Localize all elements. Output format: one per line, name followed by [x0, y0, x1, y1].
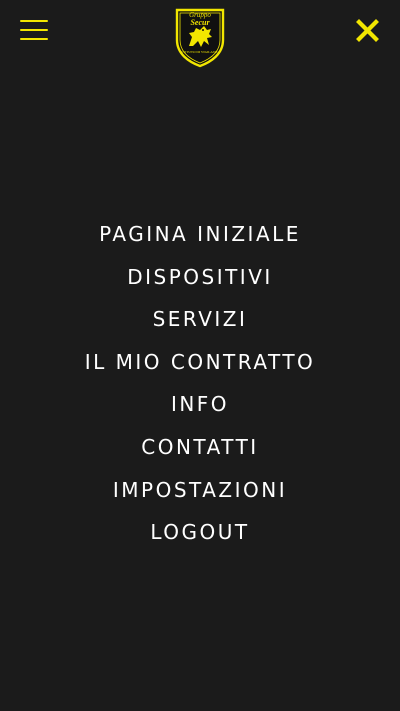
hamburger-line	[20, 29, 48, 31]
app-screen: Gruppo Secur ISTITUTO DI VIGILANZA PAGIN…	[0, 0, 400, 711]
hamburger-line	[20, 38, 48, 40]
menu-item-info[interactable]: INFO	[0, 383, 400, 426]
menu-item-impostazioni[interactable]: IMPOSTAZIONI	[0, 469, 400, 512]
close-x-icon	[356, 19, 379, 42]
menu-item-contatti[interactable]: CONTATTI	[0, 426, 400, 469]
main-navigation-menu: PAGINA INIZIALE DISPOSITIVI SERVIZI IL M…	[0, 213, 400, 554]
shield-logo-icon	[175, 8, 225, 68]
close-menu-button[interactable]	[356, 19, 379, 42]
menu-item-pagina-iniziale[interactable]: PAGINA INIZIALE	[0, 213, 400, 256]
hamburger-line	[20, 20, 48, 22]
menu-item-servizi[interactable]: SERVIZI	[0, 298, 400, 341]
menu-item-il-mio-contratto[interactable]: IL MIO CONTRATTO	[0, 341, 400, 384]
menu-item-logout[interactable]: LOGOUT	[0, 511, 400, 554]
hamburger-menu-icon[interactable]	[20, 20, 48, 40]
menu-item-dispositivi[interactable]: DISPOSITIVI	[0, 256, 400, 299]
brand-logo[interactable]: Gruppo Secur ISTITUTO DI VIGILANZA	[174, 6, 226, 68]
